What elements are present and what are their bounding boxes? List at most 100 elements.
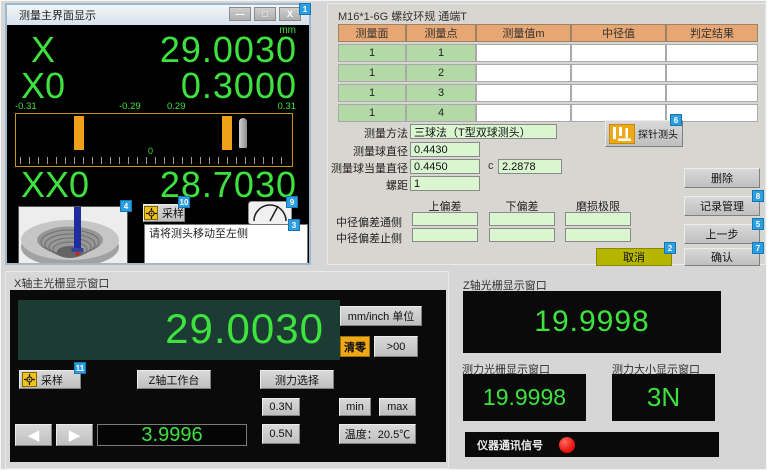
- minimize-button[interactable]: —: [229, 7, 251, 21]
- x-axis-panel: X轴主光栅显示窗口 29.0030 mm/inch 单位 清零 >00 采样 1…: [5, 271, 449, 469]
- min-button[interactable]: min: [339, 398, 371, 416]
- main-window-title: 测量主界面显示: [7, 7, 96, 23]
- main-window-titlebar[interactable]: 测量主界面显示 — □ X 1: [7, 5, 309, 25]
- gt-zero-button[interactable]: >00: [374, 336, 418, 357]
- ball-diameter-field[interactable]: [410, 142, 480, 157]
- method-label: 测量方法: [330, 125, 408, 141]
- scale-ticks: [20, 157, 288, 164]
- table-row[interactable]: [476, 44, 571, 62]
- table-row[interactable]: 1: [338, 84, 406, 102]
- pd-deviation-go-label: 中径偏差通侧: [336, 214, 412, 230]
- cancel-button[interactable]: 取消: [596, 248, 672, 266]
- z-axis-value: 19.9998: [534, 305, 649, 339]
- records-button[interactable]: 记录管理: [684, 196, 760, 216]
- scale-tick-0.29: 0.29: [167, 101, 186, 112]
- zero-button[interactable]: 清零: [340, 336, 370, 357]
- col-header-point: 测量点: [406, 24, 476, 42]
- table-row[interactable]: [476, 84, 571, 102]
- pitch-field[interactable]: [410, 176, 480, 191]
- readout-xx0: XX0 28.7030: [7, 164, 309, 202]
- scale-tick--0.31: -0.31: [15, 101, 37, 112]
- probe-button-label: 探针测头: [638, 126, 678, 141]
- pd-nogo-wear-field[interactable]: [565, 228, 631, 242]
- tolerance-bar-left: [74, 116, 84, 150]
- table-row[interactable]: 1: [338, 64, 406, 82]
- step-badge-2: 2: [664, 242, 676, 254]
- force-select-button[interactable]: 测力选择: [260, 370, 334, 389]
- table-row[interactable]: 1: [338, 104, 406, 122]
- step-badge-9: 9: [286, 196, 298, 208]
- table-row[interactable]: 4: [406, 104, 476, 122]
- col-header-result: 判定结果: [666, 24, 758, 42]
- tolerance-scale: 0: [15, 113, 293, 167]
- step-badge-6: 6: [670, 114, 682, 126]
- col-header-value: 测量值m: [476, 24, 571, 42]
- table-row[interactable]: 3: [406, 84, 476, 102]
- col-header-face: 测量面: [338, 24, 406, 42]
- unit-toggle-button[interactable]: mm/inch 单位: [340, 306, 422, 326]
- table-row[interactable]: [666, 64, 758, 82]
- table-row[interactable]: [571, 84, 666, 102]
- measurement-setup-panel: M16*1-6G 螺纹环规 通端T 测量面 测量点 测量值m 中径值 判定结果 …: [327, 3, 766, 265]
- z-worktable-button[interactable]: Z轴工作台: [137, 370, 211, 389]
- x-axis-main-display: 29.0030: [18, 300, 340, 360]
- table-row[interactable]: [476, 64, 571, 82]
- pd-nogo-lower-field[interactable]: [489, 228, 555, 242]
- delete-button[interactable]: 删除: [684, 168, 760, 188]
- measurement-table: 测量面 测量点 测量值m 中径值 判定结果 1 1 1 2 1 3 1 4: [338, 24, 758, 122]
- c-label: c: [488, 160, 494, 172]
- table-row[interactable]: 1: [338, 44, 406, 62]
- pd-nogo-upper-field[interactable]: [412, 228, 478, 242]
- x-axis-panel-title: X轴主光栅显示窗口: [14, 275, 109, 291]
- method-field[interactable]: [410, 124, 557, 139]
- close-button[interactable]: X: [279, 7, 301, 21]
- x-axis-display-box: 29.0030 mm/inch 单位 清零 >00 采样 11 Z轴工作台 测力…: [10, 290, 446, 462]
- measurement-title: M16*1-6G 螺纹环规 通端T: [338, 8, 467, 24]
- readout-xx0-label: XX0: [21, 164, 89, 206]
- step-badge-4: 4: [120, 200, 132, 212]
- table-row[interactable]: 1: [406, 44, 476, 62]
- equiv-diameter-field[interactable]: [410, 159, 480, 174]
- temperature-label: 温度：20.5℃: [339, 424, 416, 444]
- pd-deviation-nogo-label: 中径偏差止侧: [336, 230, 412, 246]
- max-button[interactable]: max: [379, 398, 416, 416]
- pd-go-upper-field[interactable]: [412, 212, 478, 226]
- window-controls: — □ X: [226, 7, 301, 21]
- readout-x: X 29.0030: [7, 29, 309, 67]
- prev-step-button[interactable]: 上一步: [684, 224, 760, 244]
- table-row[interactable]: [476, 104, 571, 122]
- comm-signal-bar: 仪器通讯信号: [465, 432, 719, 457]
- force-grating-display: 19.9998: [463, 374, 586, 421]
- scale-needle: [239, 118, 247, 148]
- comm-signal-indicator: [559, 437, 575, 453]
- maximize-button[interactable]: □: [254, 7, 276, 21]
- table-row[interactable]: [571, 64, 666, 82]
- force-grating-value: 19.9998: [483, 384, 566, 411]
- x-axis-sub-display: 3.9996: [97, 424, 247, 446]
- crosshair-icon: [22, 372, 37, 387]
- main-display-window: 测量主界面显示 — □ X 1 mm X 29.0030 X0 0.3000 -…: [5, 3, 311, 265]
- pd-go-wear-field[interactable]: [565, 212, 631, 226]
- force-0.3n-button[interactable]: 0.3N: [262, 398, 300, 416]
- z-axis-display: 19.9998: [463, 291, 721, 353]
- step-badge-11: 11: [74, 362, 86, 374]
- step-badge-5: 5: [752, 218, 764, 230]
- step-right-button[interactable]: ▶: [56, 424, 93, 446]
- confirm-button[interactable]: 确认: [684, 248, 760, 266]
- table-row[interactable]: [666, 84, 758, 102]
- force-0.5n-button[interactable]: 0.5N: [262, 424, 300, 444]
- thread-gauge-image: 4: [18, 206, 128, 263]
- scale-zero-label: 0: [148, 146, 153, 156]
- comm-signal-label: 仪器通讯信号: [477, 437, 543, 453]
- step-left-button[interactable]: ◀: [15, 424, 52, 446]
- table-row[interactable]: [666, 44, 758, 62]
- table-row[interactable]: 2: [406, 64, 476, 82]
- sample-button-x[interactable]: 采样: [19, 370, 81, 389]
- scale-tick--0.29: -0.29: [119, 101, 141, 112]
- c-field[interactable]: [498, 159, 562, 174]
- table-row[interactable]: [571, 44, 666, 62]
- tolerance-bar-right: [222, 116, 232, 150]
- scale-tick-0.31: 0.31: [278, 101, 297, 112]
- sample-button-x-label: 采样: [41, 372, 63, 388]
- pd-go-lower-field[interactable]: [489, 212, 555, 226]
